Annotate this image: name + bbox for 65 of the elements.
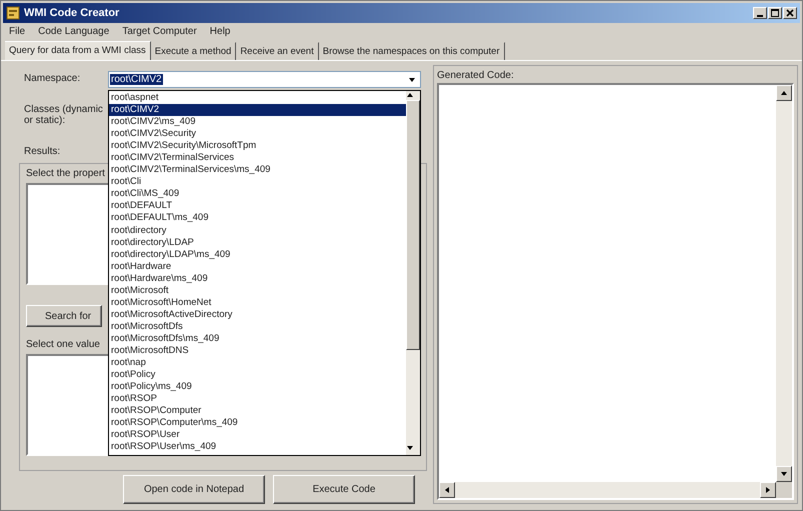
menu-item[interactable]: Target Computer — [122, 26, 197, 37]
vertical-scrollbar[interactable] — [776, 85, 792, 482]
namespace-option[interactable]: root\DEFAULT\ms_409 — [109, 212, 406, 225]
namespace-option[interactable]: root\Cli — [109, 176, 406, 188]
maximize-button[interactable] — [768, 7, 782, 19]
namespace-option[interactable]: root\Policy — [109, 369, 406, 382]
namespace-option[interactable]: root\MicrosoftActiveDirectory — [109, 308, 406, 321]
namespace-combo[interactable]: root\CIMV2 — [108, 71, 421, 88]
namespace-option[interactable]: root\Cli\MS_409 — [109, 188, 406, 200]
scroll-up-icon[interactable] — [780, 89, 788, 97]
tab[interactable]: Browse the namespaces on this computer — [318, 42, 505, 60]
classes-label: Classes (dynamic — [24, 104, 103, 115]
scroll-down-icon[interactable] — [780, 470, 788, 478]
namespace-option[interactable]: root\directory\LDAP\ms_409 — [109, 248, 406, 261]
namespace-option[interactable]: root\CIMV2\Security\MicrosoftTpm — [109, 140, 406, 152]
namespace-option[interactable]: root\RSOP\User — [109, 429, 406, 442]
namespace-option[interactable]: root\MicrosoftDNS — [109, 344, 406, 358]
results-label: Results: — [24, 146, 60, 157]
namespace-option[interactable]: root\Microsoft\HomeNet — [109, 296, 406, 309]
maximize-icon — [771, 9, 779, 17]
properties-label: Select the propert — [26, 168, 105, 179]
dropdown-arrow-icon[interactable] — [408, 76, 416, 84]
values-label: Select one value — [26, 339, 100, 350]
namespace-label: Namespace: — [24, 73, 80, 84]
namespace-option[interactable]: root\RSOP — [109, 393, 406, 406]
window-title: WMI Code Creator — [24, 7, 120, 19]
scroll-left-icon[interactable] — [443, 486, 451, 494]
namespace-option[interactable]: root\MicrosoftDfs\ms_409 — [109, 332, 406, 345]
classes-label: or static): — [24, 115, 66, 126]
namespace-option[interactable]: root\nap — [109, 357, 406, 370]
namespace-option[interactable]: root\CIMV2\Security — [109, 128, 406, 140]
scrollbar-corner — [776, 482, 792, 498]
menu-item[interactable]: File — [9, 26, 26, 37]
namespace-option[interactable]: root\RSOP\Computer\ms_409 — [109, 417, 406, 430]
scroll-down-icon[interactable] — [406, 444, 414, 452]
namespace-option[interactable]: root\CIMV2\TerminalServices — [109, 152, 406, 164]
namespace-option[interactable]: root\aspnet — [109, 92, 406, 104]
namespace-option[interactable]: root\Microsoft — [109, 284, 406, 297]
tab[interactable]: Query for data from a WMI class — [5, 41, 151, 60]
namespace-option[interactable]: root\MicrosoftDfs — [109, 320, 406, 333]
namespace-option[interactable]: root\RSOP\Computer — [109, 405, 406, 418]
namespace-option[interactable]: root\DEFAULT — [109, 200, 406, 212]
namespace-option[interactable]: root\directory\LDAP — [109, 236, 406, 249]
namespace-option[interactable]: root\CIMV2\ms_409 — [109, 116, 406, 128]
tab[interactable]: Execute a method — [150, 42, 236, 60]
namespace-option[interactable]: root\directory — [109, 224, 406, 237]
horizontal-scrollbar[interactable] — [439, 482, 776, 498]
app-icon — [6, 6, 20, 20]
scroll-right-icon[interactable] — [764, 486, 772, 494]
search-button[interactable]: Search for — [26, 305, 102, 327]
close-icon — [786, 9, 794, 17]
dropdown-scrollbar[interactable] — [406, 91, 420, 455]
action-button[interactable]: Execute Code — [273, 475, 415, 504]
namespace-option[interactable]: root\CIMV2 — [109, 104, 406, 116]
menu-item[interactable]: Code Language — [38, 26, 110, 37]
action-button[interactable]: Open code in Notepad — [123, 475, 265, 504]
namespace-option[interactable]: root\Hardware — [109, 260, 406, 273]
minimize-button[interactable] — [753, 7, 767, 19]
namespace-option[interactable]: root\RSOP\User\ms_409 — [109, 441, 406, 454]
generated-code-label: Generated Code: — [437, 70, 514, 81]
namespace-option[interactable]: root\Hardware\ms_409 — [109, 272, 406, 285]
namespace-option[interactable]: root\Policy\ms_409 — [109, 381, 406, 394]
close-button[interactable] — [783, 7, 797, 19]
menu-item[interactable]: Help — [210, 26, 230, 37]
namespace-option[interactable]: root\CIMV2\TerminalServices\ms_409 — [109, 164, 406, 176]
